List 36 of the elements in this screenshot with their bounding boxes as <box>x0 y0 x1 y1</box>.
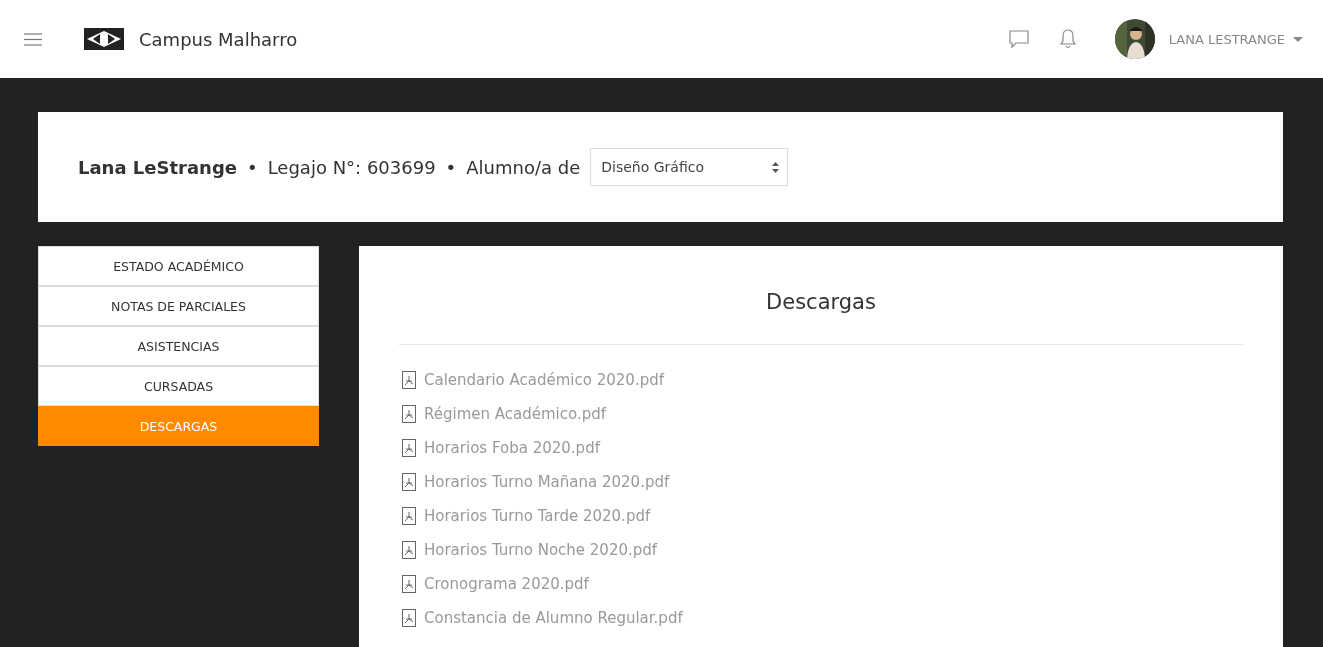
file-link[interactable]: Horarios Foba 2020.pdf <box>424 439 600 457</box>
sidebar-item[interactable]: ESTADO ACADÉMICO <box>38 246 319 286</box>
file-link[interactable]: Horarios Turno Noche 2020.pdf <box>424 541 658 559</box>
file-link[interactable]: Horarios Turno Tarde 2020.pdf <box>424 507 651 525</box>
user-menu[interactable]: LANA LESTRANGE <box>1168 31 1303 47</box>
file-link[interactable]: Calendario Académico 2020.pdf <box>424 371 664 389</box>
panel-title: Descargas <box>765 290 877 314</box>
sidebar-item[interactable]: DESCARGAS <box>38 406 319 446</box>
pdf-file-icon <box>402 405 416 423</box>
pdf-file-icon <box>402 609 416 627</box>
caret-icon <box>1293 36 1303 42</box>
separator-dot: • <box>445 156 457 178</box>
pdf-file-icon <box>402 473 416 491</box>
student-name: Lana LeStrange <box>78 156 238 178</box>
pdf-file-icon <box>402 541 416 559</box>
pdf-file-icon <box>402 575 416 593</box>
updown-arrows-icon <box>772 161 780 173</box>
sidebar-item[interactable]: NOTAS DE PARCIALES <box>38 286 319 326</box>
file-link[interactable]: Régimen Académico.pdf <box>424 405 606 423</box>
file-link[interactable]: Constancia de Alumno Regular.pdf <box>424 609 683 627</box>
file-number: Legajo N°: 603699 <box>267 156 436 178</box>
menu-icon[interactable] <box>24 32 42 46</box>
logo-icon <box>84 28 124 50</box>
file-link[interactable]: Cronograma 2020.pdf <box>424 575 589 593</box>
sidebar-item[interactable]: ASISTENCIAS <box>38 326 319 366</box>
pdf-file-icon <box>402 507 416 525</box>
student-of-label: Alumno/a de <box>466 156 581 178</box>
separator-dot: • <box>247 156 258 178</box>
career-select[interactable]: Diseño Gráfico <box>590 148 789 186</box>
bell-icon[interactable] <box>1058 29 1077 49</box>
brand-title: Campus Malharro <box>139 28 298 50</box>
pdf-file-icon <box>402 371 416 389</box>
pdf-file-icon <box>402 439 416 457</box>
sidebar-item[interactable]: CURSADAS <box>38 366 319 406</box>
file-link[interactable]: Horarios Turno Mañana 2020.pdf <box>424 473 670 491</box>
chat-icon[interactable] <box>1008 30 1029 48</box>
